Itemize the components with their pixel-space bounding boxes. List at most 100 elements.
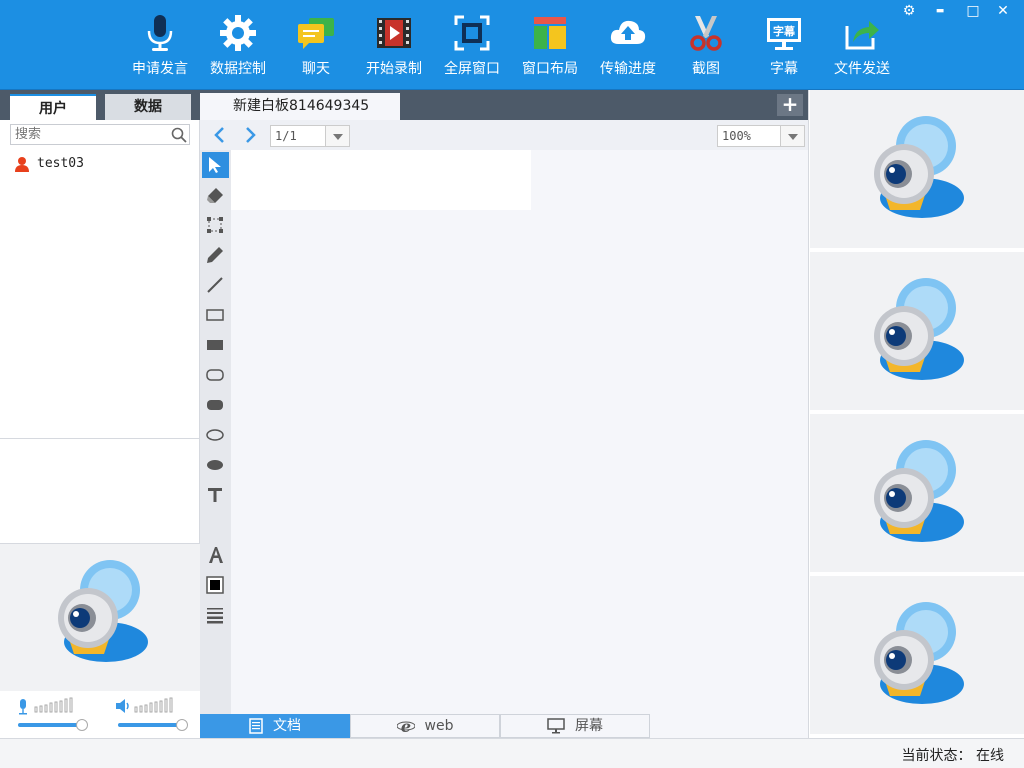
request-speak-button[interactable]: 申请发言 [121,0,199,90]
toolbar-label: 全屏窗口 [444,61,500,77]
left-tab-bar: 用户 数据 [0,90,200,120]
color-tool[interactable] [202,572,229,598]
line-width-icon [207,608,223,624]
marquee-icon [207,217,223,233]
zoom-dropdown-button[interactable] [781,125,805,147]
status-bar: 当前状态： 在线 [0,738,1024,768]
prev-page-icon[interactable] [210,125,230,145]
cursor-arrow-icon [209,157,221,173]
pencil-icon [207,247,223,263]
panel-divider [0,438,200,439]
ellipse-outline-icon [206,429,224,441]
microphone-small-icon[interactable] [18,699,28,715]
filled-rounded-rectangle-tool[interactable] [202,392,229,418]
page-navigation: 1/1 100% [200,120,808,150]
toolbar-label: 传输进度 [600,61,656,77]
select-tool[interactable] [202,152,229,178]
rectangle-tool[interactable] [202,302,229,328]
ellipse-tool[interactable] [202,422,229,448]
film-record-icon [377,18,411,48]
video-slot[interactable] [810,252,1024,412]
left-panel: 用户 数据 test03 [0,90,200,738]
tab-users[interactable]: 用户 [10,94,96,120]
pen-tool[interactable] [202,242,229,268]
user-name: test03 [37,156,84,171]
maximize-button[interactable]: □ [962,2,984,20]
video-slot[interactable] [810,576,1024,736]
speaker-volume-slider[interactable] [118,723,182,727]
add-tab-button[interactable]: + [777,94,803,116]
fullscreen-window-button[interactable]: 全屏窗口 [433,0,511,90]
document-icon [249,718,263,734]
webcam-placeholder-icon [874,116,964,218]
speaker-icon[interactable] [116,699,132,713]
tab-label: 文档 [273,718,301,734]
page-dropdown-button[interactable] [326,125,350,147]
user-list-item[interactable]: test03 [12,154,192,174]
ellipse-filled-icon [207,460,223,470]
chevron-down-icon [788,134,798,140]
region-select-tool[interactable] [202,212,229,238]
page-number-field[interactable]: 1/1 [270,125,326,147]
file-send-button[interactable]: 文件发送 [823,0,901,90]
tab-screen[interactable]: 屏幕 [500,714,650,738]
tab-web[interactable]: e web [350,714,500,738]
gear-icon [220,15,256,51]
mic-volume-slider[interactable] [18,723,82,727]
toolbar-label: 窗口布局 [522,61,578,77]
connection-status: 当前状态： 在线 [901,748,1004,764]
whiteboard-page[interactable] [231,150,531,210]
mic-slider-handle[interactable] [76,719,88,731]
start-recording-button[interactable]: 开始录制 [355,0,433,90]
subtitle-button[interactable]: 字幕 字幕 [745,0,823,90]
close-button[interactable]: ✕ [992,2,1014,20]
window-layout-button[interactable]: 窗口布局 [511,0,589,90]
scissors-icon [690,16,722,51]
webcam-placeholder-icon [58,560,148,662]
color-swatch-icon [206,576,224,594]
zoom-field[interactable]: 100% [717,125,781,147]
speaker-slider-handle[interactable] [176,719,188,731]
tab-document[interactable]: 文档 [200,714,350,738]
toolbar-label: 开始录制 [366,61,422,77]
webcam-placeholder-icon [874,602,964,704]
rounded-rectangle-tool[interactable] [202,362,229,388]
toolbar-label: 数据控制 [210,61,266,77]
search-input[interactable] [10,124,190,145]
main-toolbar: 申请发言 数据控制 聊天 开始录制 全屏窗口 窗口布局 传输进度 截图 字幕 字… [0,0,1024,90]
font-tool[interactable] [202,542,229,568]
whiteboard-tab-bar: 新建白板814649345 + [200,90,808,120]
file-send-icon [845,21,879,50]
line-tool[interactable] [202,272,229,298]
minimize-button[interactable]: ▬ [929,2,951,20]
rounded-rect-outline-icon [206,369,224,381]
video-panel [808,90,1024,738]
text-tool[interactable] [202,482,229,508]
mic-level-bars [34,697,73,713]
filled-rectangle-tool[interactable] [202,332,229,358]
video-slot[interactable] [810,414,1024,574]
rectangle-filled-icon [207,340,223,350]
data-control-button[interactable]: 数据控制 [199,0,277,90]
screenshot-button[interactable]: 截图 [667,0,745,90]
whiteboard-canvas[interactable] [231,150,808,714]
toolbar-label: 截图 [692,61,720,77]
toolbar-label: 申请发言 [132,61,188,77]
next-page-icon[interactable] [240,125,260,145]
toolbar-label: 字幕 [770,61,798,77]
settings-button[interactable]: ⚙ [898,2,920,20]
subtitle-badge-text: 字幕 [773,24,796,38]
chevron-down-icon [333,134,343,140]
whiteboard-tab[interactable]: 新建白板814649345 [200,93,400,120]
ie-icon: e [396,718,415,734]
subtitle-icon: 字幕 [767,18,801,50]
filled-ellipse-tool[interactable] [202,452,229,478]
transfer-progress-button[interactable]: 传输进度 [589,0,667,90]
line-width-tool[interactable] [202,602,229,628]
tab-data[interactable]: 数据 [105,94,191,120]
search-icon[interactable] [170,126,188,144]
video-slot[interactable] [810,90,1024,250]
local-video-slot[interactable] [0,543,200,691]
eraser-tool[interactable] [202,182,229,208]
chat-button[interactable]: 聊天 [277,0,355,90]
